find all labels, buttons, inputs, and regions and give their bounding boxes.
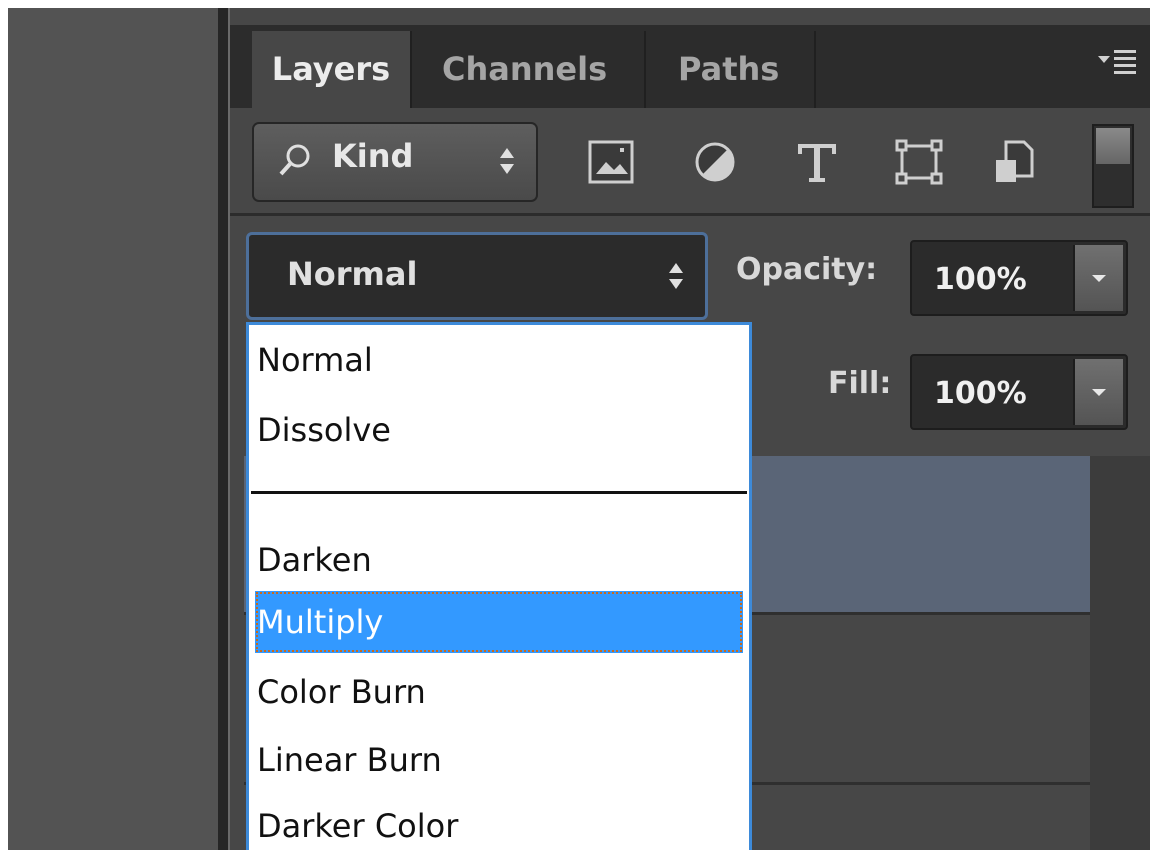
blend-option-multiply[interactable]: Multiply	[255, 591, 743, 653]
blend-mode-value: Normal	[287, 255, 418, 293]
canvas-area	[8, 8, 218, 850]
fill-field[interactable]: 100%	[910, 354, 1128, 430]
tab-separator	[814, 31, 816, 108]
blend-option-linear-burn[interactable]: Linear Burn	[255, 729, 743, 791]
blend-option-color-burn[interactable]: Color Burn	[255, 661, 743, 723]
updown-arrows-icon	[669, 263, 683, 289]
panel-separator	[230, 213, 1150, 216]
fill-label: Fill:	[828, 366, 892, 401]
blend-option-darken[interactable]: Darken	[255, 529, 743, 591]
cropped-caption	[0, 0, 1155, 8]
blend-option-dissolve[interactable]: Dissolve	[255, 399, 743, 461]
filter-toggle-switch[interactable]	[1092, 124, 1134, 208]
panel-menu-icon[interactable]	[1096, 46, 1138, 80]
blend-mode-dropdown-list: Normal Dissolve Darken Multiply Color Bu…	[246, 322, 752, 850]
opacity-dropdown-button[interactable]	[1073, 245, 1123, 311]
tab-layers[interactable]: Layers	[252, 31, 410, 108]
chevron-down-icon	[1092, 389, 1106, 396]
pixel-layer-filter-icon[interactable]	[584, 136, 638, 188]
tab-paths[interactable]: Paths	[678, 31, 779, 108]
smart-object-filter-icon[interactable]	[988, 136, 1042, 188]
blend-mode-select[interactable]: Normal	[246, 232, 708, 320]
blend-option-separator	[251, 491, 747, 494]
blend-option-normal[interactable]: Normal	[255, 329, 743, 391]
opacity-value: 100%	[934, 262, 1027, 297]
chevron-down-icon	[1092, 275, 1106, 282]
fill-dropdown-button[interactable]	[1073, 359, 1123, 425]
layers-scrollbar[interactable]	[1090, 456, 1150, 850]
filter-kind-select[interactable]: Kind	[252, 122, 538, 202]
adjustment-layer-filter-icon[interactable]	[688, 136, 742, 188]
updown-arrows-icon	[500, 148, 514, 174]
opacity-field[interactable]: 100%	[910, 240, 1128, 316]
filter-kind-label: Kind	[332, 137, 414, 175]
type-layer-filter-icon[interactable]	[790, 136, 844, 188]
blend-option-darker-color[interactable]: Darker Color	[255, 795, 743, 850]
search-icon	[279, 144, 310, 176]
fill-value: 100%	[934, 376, 1027, 411]
tab-separator	[644, 31, 646, 108]
toggle-knob	[1096, 128, 1130, 164]
tab-channels[interactable]: Channels	[442, 31, 607, 108]
tab-separator	[410, 31, 412, 108]
panel-divider	[218, 8, 228, 850]
shape-layer-filter-icon[interactable]	[892, 136, 946, 188]
opacity-label: Opacity:	[736, 252, 878, 287]
